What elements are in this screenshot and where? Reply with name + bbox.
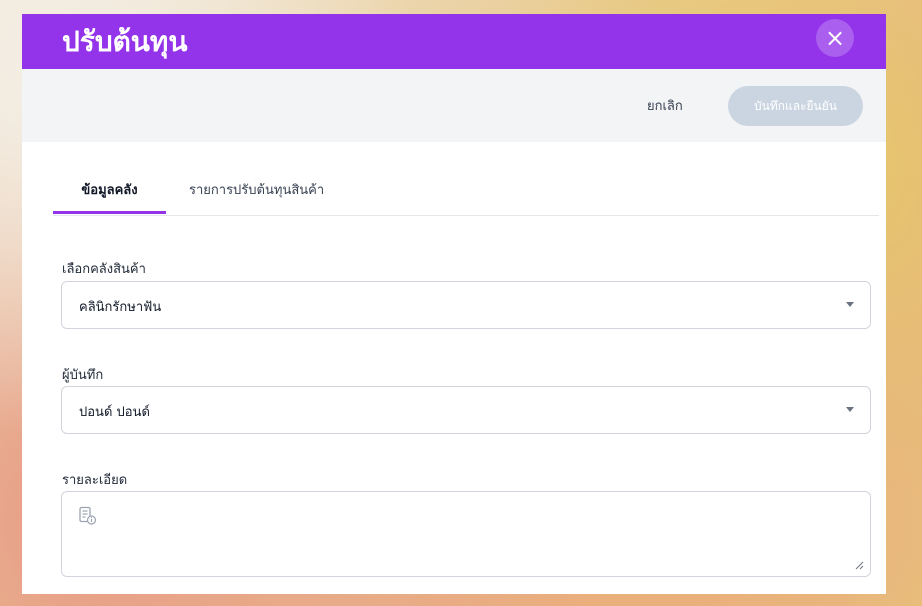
details-label: รายละเอียด (62, 473, 128, 488)
recorder-select-value: ปอนด์ ปอนด์ (79, 405, 150, 420)
chevron-down-icon (846, 407, 854, 412)
action-bar: ยกเลิก บันทึกและยืนยัน (22, 69, 886, 142)
tab-bar: ข้อมูลคลัง รายการปรับต้นทุนสินค้า (53, 172, 879, 216)
note-info-icon (79, 506, 97, 525)
adjust-cost-modal: ปรับต้นทุน × ยกเลิก บันทึกและยืนยัน ข้อม… (22, 14, 886, 594)
modal-header: ปรับต้นทุน × (22, 14, 886, 69)
recorder-select[interactable]: ปอนด์ ปอนด์ (61, 386, 871, 434)
close-button[interactable]: × (816, 19, 854, 57)
resize-handle-icon[interactable] (854, 560, 864, 570)
warehouse-select-value: คลินิกรักษาฟัน (79, 300, 162, 315)
recorder-label: ผู้บันทึก (62, 368, 104, 383)
cancel-button[interactable]: ยกเลิก (647, 95, 683, 116)
warehouse-label: เลือกคลังสินค้า (62, 262, 146, 277)
close-icon: × (824, 24, 846, 52)
tab-warehouse-info[interactable]: ข้อมูลคลัง (53, 172, 166, 214)
save-and-confirm-button[interactable]: บันทึกและยืนยัน (728, 86, 863, 126)
details-textarea[interactable] (61, 491, 871, 577)
warehouse-select[interactable]: คลินิกรักษาฟัน (61, 281, 871, 329)
tab-cost-adjustment-items[interactable]: รายการปรับต้นทุนสินค้า (189, 172, 324, 214)
chevron-down-icon (846, 302, 854, 307)
modal-title: ปรับต้นทุน (62, 25, 188, 58)
